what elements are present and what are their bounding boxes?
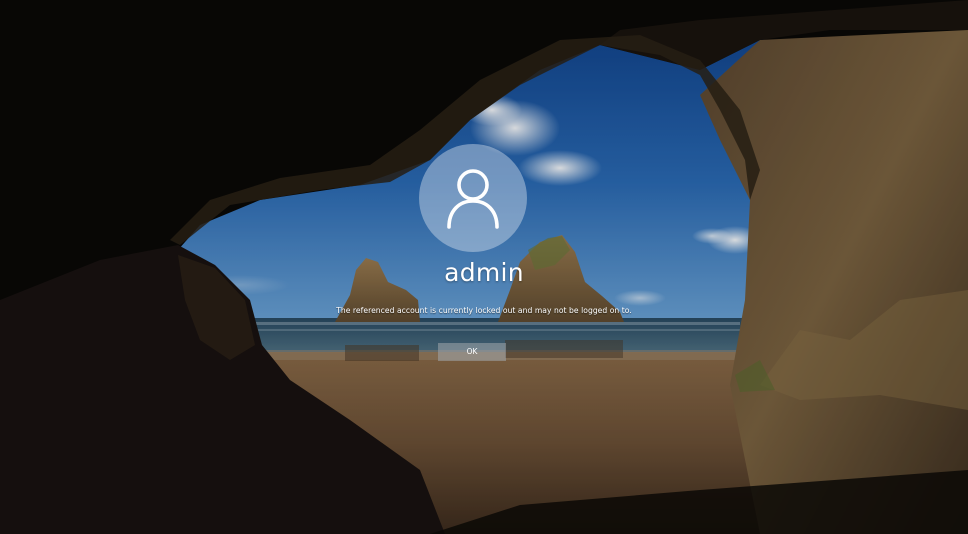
user-avatar — [419, 144, 527, 252]
ok-button[interactable]: OK — [438, 343, 506, 361]
username-label: admin — [444, 258, 524, 287]
lockout-message: The referenced account is currently lock… — [336, 306, 632, 315]
lock-screen: admin The referenced account is currentl… — [0, 0, 968, 534]
user-icon — [444, 167, 502, 229]
